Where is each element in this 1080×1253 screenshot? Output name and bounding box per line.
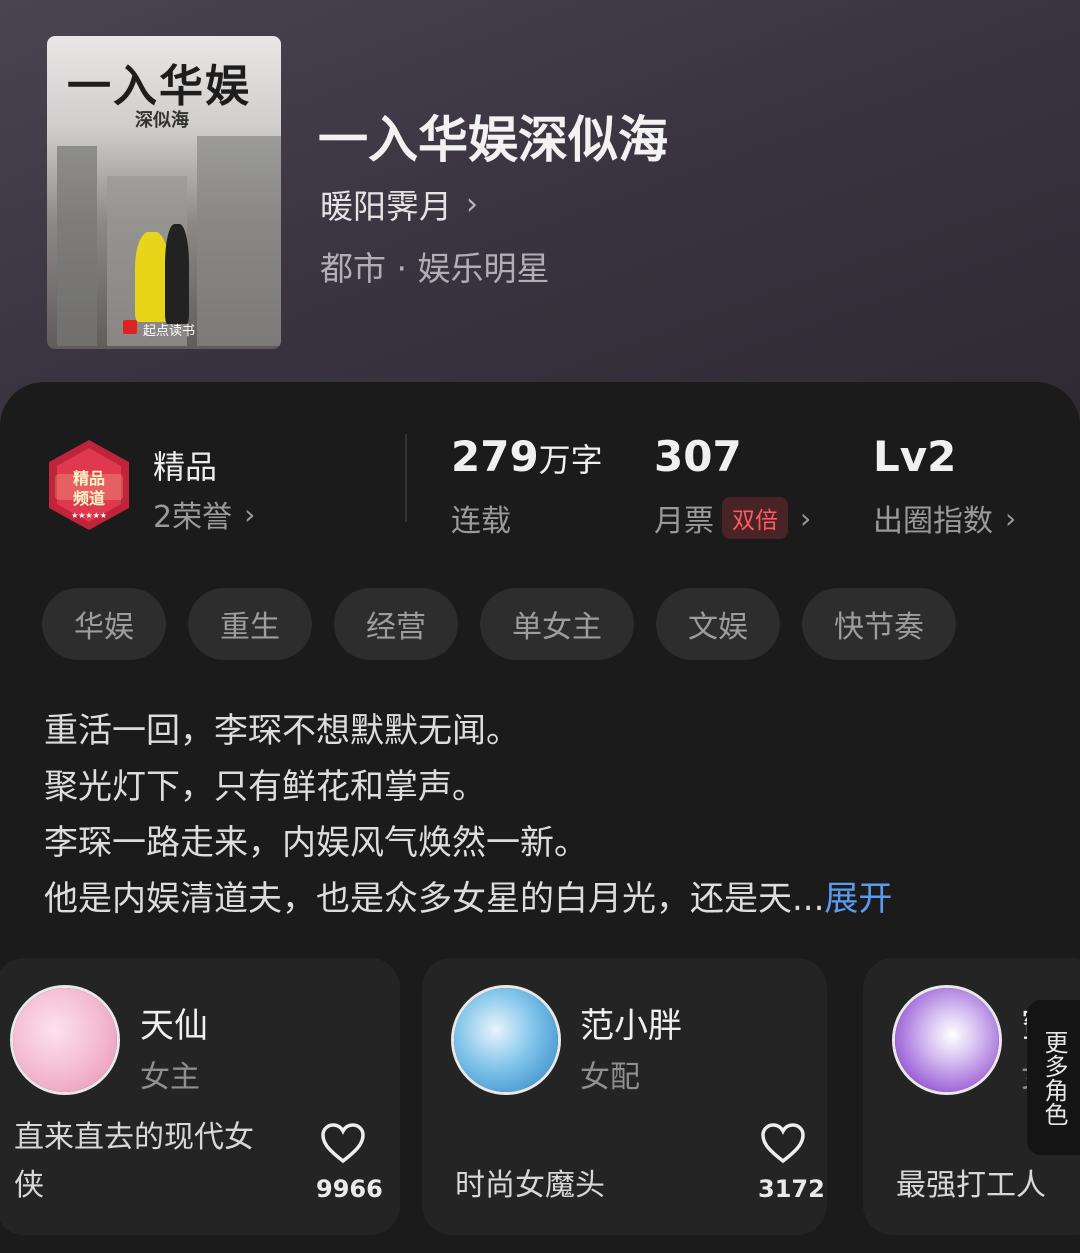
book-title: 一入华娱深似海 (318, 111, 668, 169)
tag-chip[interactable]: 快节奏 (802, 588, 956, 660)
more-roles-label: 更多角色 (1040, 1029, 1068, 1126)
book-synopsis[interactable]: 重活一回，李琛不想默默无闻。 聚光灯下，只有鲜花和掌声。 李琛一路走来，内娱风气… (44, 703, 1044, 927)
synopsis-line-last: 他是内娱清道夫，也是众多女星的白月光，还是天...展开 (44, 871, 1044, 927)
word-count-value: 279 (451, 432, 539, 481)
character-name: 范小胖 (580, 1006, 682, 1046)
character-desc: 最强打工人 (896, 1162, 1046, 1210)
tag-chip[interactable]: 文娱 (656, 588, 780, 660)
character-role: 女主 (140, 1060, 200, 1095)
character-avatar (454, 988, 558, 1092)
cover-building (57, 146, 97, 346)
cover-figure-woman (135, 232, 169, 322)
character-card[interactable]: 范小胖 女配 时尚女魔头 3172 (422, 958, 827, 1235)
cover-building (197, 136, 281, 346)
heart-icon[interactable] (320, 1122, 366, 1164)
level-value: Lv2 (873, 432, 957, 481)
tag-chip[interactable]: 经营 (334, 588, 458, 660)
character-desc: 直来直去的现代女 侠 (14, 1114, 254, 1210)
character-name: 天仙 (140, 1006, 208, 1046)
word-count-unit: 万字 (538, 441, 603, 479)
cover-brand: 起点读书 (143, 324, 196, 339)
double-votes-badge: 双倍 (722, 497, 788, 539)
monthly-votes-value: 307 (654, 432, 742, 481)
more-roles-button[interactable]: 更多角色 (1027, 1000, 1080, 1155)
synopsis-line: 李琛一路走来，内娱风气焕然一新。 (44, 823, 588, 863)
cover-title: 一入华娱 (67, 61, 251, 112)
author-name: 暖阳霁月 (320, 187, 452, 226)
serial-status: 连载 (451, 504, 511, 539)
expand-link[interactable]: 展开 (824, 879, 892, 919)
synopsis-line: 他是内娱清道夫，也是众多女星的白月光，还是天... (44, 879, 825, 919)
cover-figure-man (165, 224, 189, 324)
honor-link[interactable]: 2荣誉 › (153, 492, 255, 536)
tag-chip[interactable]: 单女主 (480, 588, 634, 660)
heart-icon[interactable] (760, 1122, 806, 1164)
author-link[interactable]: 暖阳霁月 › (320, 180, 478, 228)
tag-list: 华娱 重生 经营 单女主 文娱 快节奏 (42, 588, 956, 660)
character-desc-line: 直来直去的现代女 (14, 1120, 254, 1155)
character-desc-line: 侠 (14, 1168, 44, 1203)
cover-brand-icon (123, 320, 137, 334)
book-cover[interactable]: 一入华娱 深似海 起点读书 (47, 36, 281, 349)
channel-label: 精品 (153, 448, 218, 486)
tag-chip[interactable]: 重生 (188, 588, 312, 660)
premium-channel-badge-icon[interactable]: 精品 频道 ★★★★★ (45, 438, 133, 532)
monthly-votes-label: 月票 (654, 504, 714, 539)
like-count: 3172 (758, 1175, 825, 1203)
chevron-right-icon: › (466, 186, 478, 222)
character-card[interactable]: 天仙 女主 直来直去的现代女 侠 9966 (0, 958, 400, 1235)
popularity-index-label: 出圈指数 (873, 504, 993, 539)
character-role: 女配 (580, 1060, 640, 1095)
synopsis-line: 聚光灯下，只有鲜花和掌声。 (44, 767, 486, 807)
like-count: 9966 (316, 1175, 383, 1203)
svg-text:★★★★★: ★★★★★ (71, 511, 107, 520)
character-avatar (895, 988, 999, 1092)
character-desc-line: 时尚女魔头 (455, 1168, 605, 1203)
cover-subtitle: 深似海 (135, 110, 189, 131)
popularity-index-link[interactable]: 出圈指数 › (873, 496, 1016, 540)
tag-chip[interactable]: 华娱 (42, 588, 166, 660)
monthly-votes-link[interactable]: 月票 双倍 › (654, 496, 811, 540)
svg-text:精品: 精品 (73, 469, 105, 488)
character-desc: 时尚女魔头 (455, 1162, 605, 1210)
stats-divider (405, 434, 407, 522)
chevron-right-icon: › (244, 497, 256, 531)
synopsis-line: 重活一回，李琛不想默默无闻。 (44, 711, 520, 751)
svg-text:频道: 频道 (73, 489, 105, 508)
chevron-right-icon: › (800, 501, 812, 535)
word-count: 279万字 (451, 432, 603, 481)
character-desc-line: 最强打工人 (896, 1168, 1046, 1203)
chevron-right-icon: › (1005, 501, 1017, 535)
genre-label: 都市 · 娱乐明星 (320, 249, 550, 288)
character-avatar (13, 988, 117, 1092)
honor-count: 2荣誉 (153, 500, 233, 535)
